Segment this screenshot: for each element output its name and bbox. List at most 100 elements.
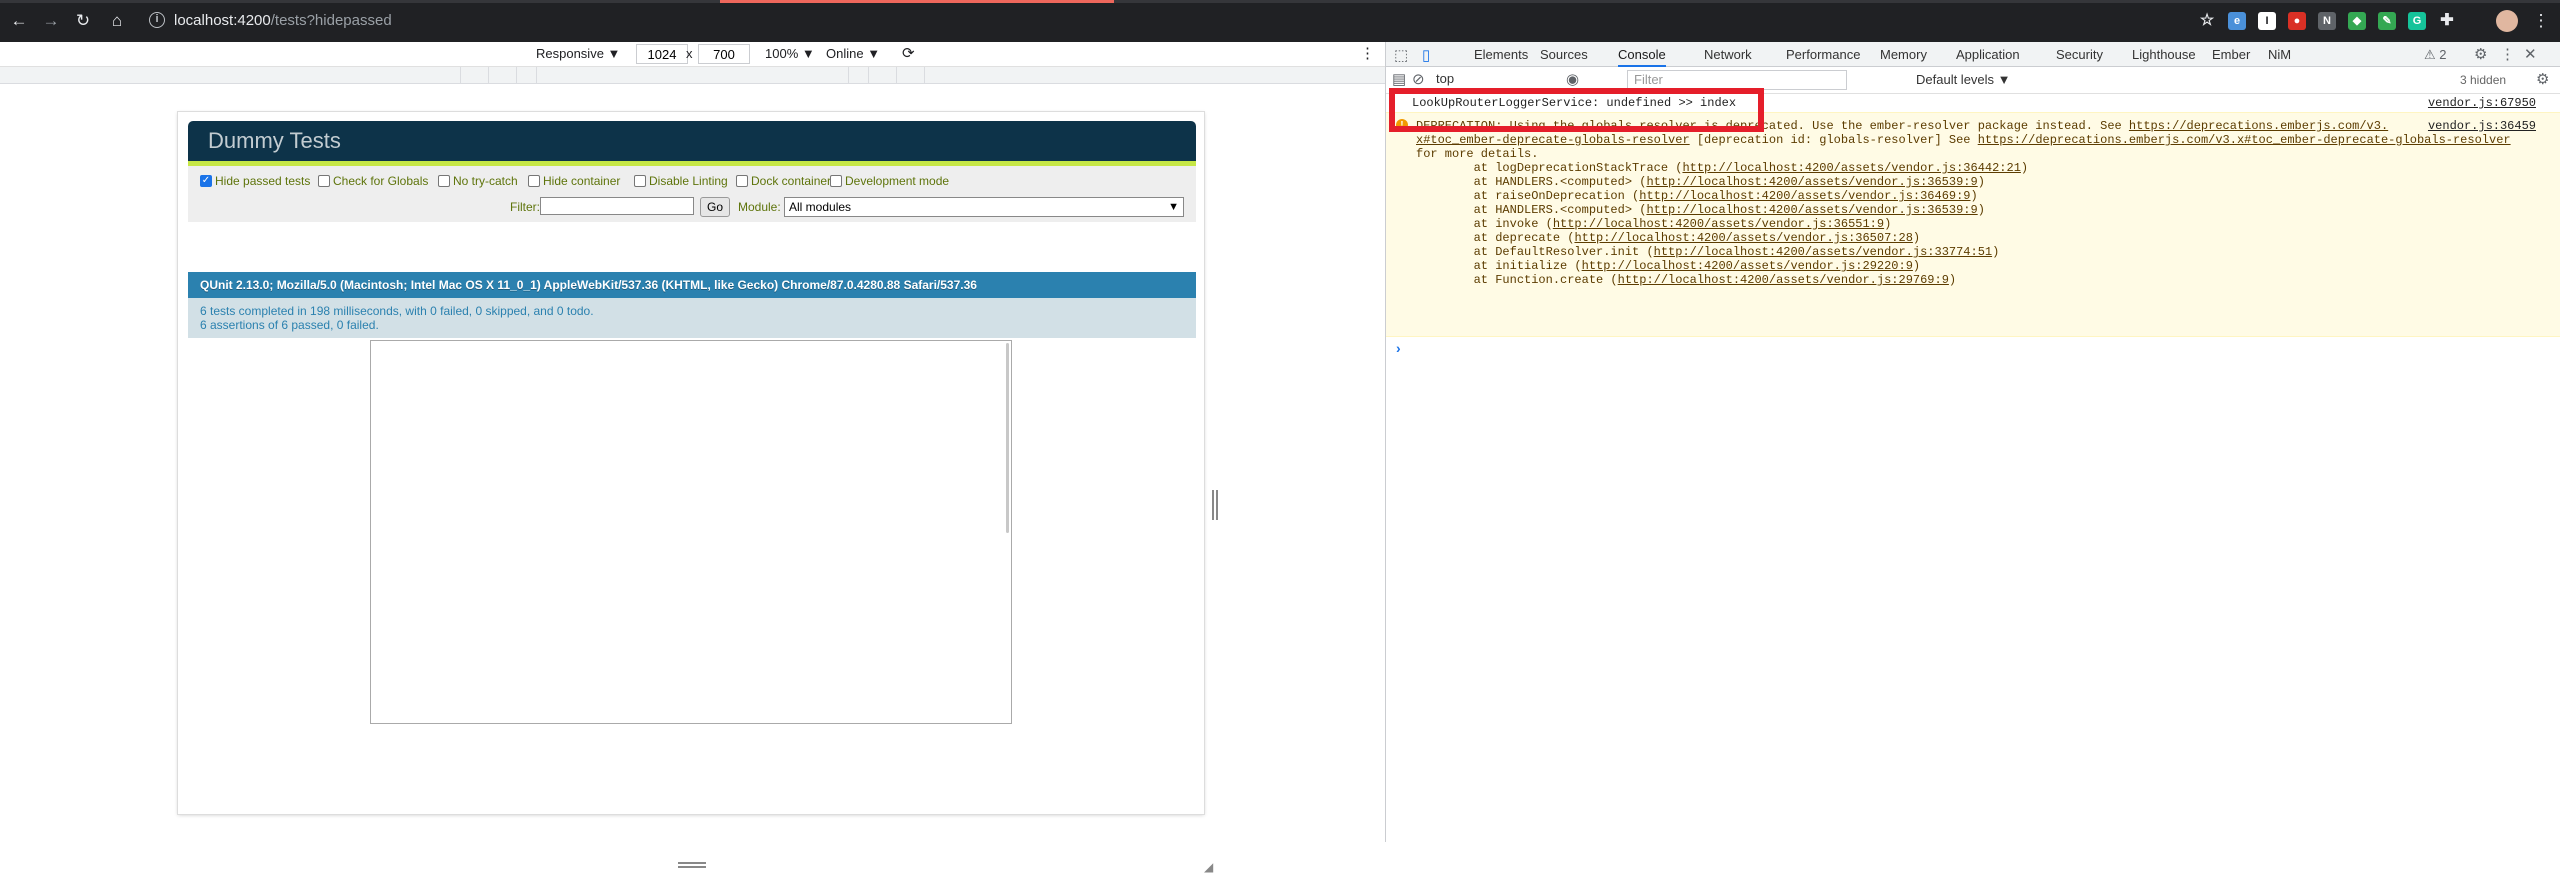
address-bar[interactable]: localhost:4200/tests?hidepassed: [174, 12, 392, 29]
media-query-ruler[interactable]: [0, 67, 1385, 84]
trace-text: for more details.: [1416, 147, 1539, 161]
bookmark-star-icon[interactable]: ☆: [2198, 12, 2216, 30]
console-settings-icon[interactable]: ⚙: [2536, 70, 2549, 88]
viewport-width-input[interactable]: [636, 44, 688, 64]
log-source-link[interactable]: vendor.js:67950: [2428, 96, 2536, 110]
live-expression-eye-icon[interactable]: ◉: [1566, 70, 1579, 88]
tab-performance[interactable]: Performance: [1786, 42, 1860, 67]
hide-container-checkbox[interactable]: Hide container: [528, 174, 620, 188]
extension-leaf-icon[interactable]: ✎: [2378, 12, 2396, 30]
inspect-element-icon[interactable]: ⬚: [1394, 46, 1408, 64]
trace-link[interactable]: http://localhost:4200/assets/vendor.js:3…: [1646, 203, 1977, 217]
device-toggle-icon[interactable]: ▯: [1422, 46, 1430, 64]
scrollbar[interactable]: [1006, 343, 1009, 533]
browser-toolbar: ← → ↻ ⌂ i localhost:4200/tests?hidepasse…: [0, 0, 2560, 42]
site-info-icon[interactable]: i: [149, 12, 165, 28]
chevron-down-icon: ▼: [1168, 201, 1179, 213]
reload-icon[interactable]: ↻: [72, 10, 94, 32]
dock-container-checkbox[interactable]: Dock container: [736, 174, 831, 188]
rotate-icon[interactable]: ⟳: [902, 44, 915, 62]
filter-input[interactable]: [540, 197, 694, 215]
forward-icon[interactable]: →: [40, 10, 62, 32]
tab-console[interactable]: Console: [1618, 42, 1666, 67]
settings-gear-icon[interactable]: ⚙: [2474, 45, 2487, 63]
tab-lighthouse[interactable]: Lighthouse: [2132, 42, 2196, 67]
stack-trace-line: at initialize (http://localhost:4200/ass…: [1416, 259, 1921, 273]
trace-text: at DefaultResolver.init (: [1416, 245, 1654, 259]
trace-link[interactable]: http://localhost:4200/assets/vendor.js:3…: [1639, 189, 1970, 203]
trace-link[interactable]: https://deprecations.emberjs.com/v3.: [2129, 119, 2388, 133]
issues-counter[interactable]: ⚠ 2: [2424, 42, 2447, 67]
trace-text: at invoke (: [1416, 217, 1553, 231]
browser-menu-icon[interactable]: ⋮: [2530, 10, 2552, 32]
module-select[interactable]: All modules ▼: [784, 197, 1184, 217]
trace-link[interactable]: https://deprecations.emberjs.com/v3.x#to…: [1978, 133, 2511, 147]
stack-trace-line: at DefaultResolver.init (http://localhos…: [1416, 245, 2000, 259]
extension-n-icon[interactable]: N: [2318, 12, 2336, 30]
tab-elements[interactable]: Elements: [1474, 42, 1528, 67]
devtools-menu-icon[interactable]: ⋮: [2500, 45, 2515, 63]
extension-shield-icon[interactable]: ◆: [2348, 12, 2366, 30]
trace-text: at deprecate (: [1416, 231, 1575, 245]
check-globals-checkbox[interactable]: Check for Globals: [318, 174, 428, 188]
context-select[interactable]: top: [1436, 71, 1556, 89]
trace-link[interactable]: http://localhost:4200/assets/vendor.js:3…: [1682, 161, 2020, 175]
viewport-height-input[interactable]: [698, 44, 750, 64]
network-throttle-select[interactable]: Online ▼: [826, 46, 880, 61]
clear-console-icon[interactable]: ⊘: [1412, 70, 1425, 88]
trace-text: at HANDLERS.<computed> (: [1416, 203, 1647, 217]
console-filter-input[interactable]: Filter: [1627, 70, 1847, 90]
tab-nim[interactable]: NiM: [2268, 42, 2291, 67]
device-mode-select[interactable]: Responsive ▼: [536, 46, 620, 61]
grammarly-icon[interactable]: G: [2408, 12, 2426, 30]
dimension-separator: x: [686, 46, 693, 61]
trace-link[interactable]: http://localhost:4200/assets/vendor.js:3…: [1553, 217, 1884, 231]
console-warning-message: ! vendor.js:36459 DEPRECATION: Using the…: [1386, 112, 2560, 337]
test-container[interactable]: [370, 340, 1012, 724]
module-label: Module:: [738, 200, 781, 214]
warning-source-link[interactable]: vendor.js:36459: [2428, 119, 2536, 133]
instapaper-icon[interactable]: I: [2258, 12, 2276, 30]
disable-linting-checkbox[interactable]: Disable Linting: [634, 174, 728, 188]
tab-ember[interactable]: Ember: [2212, 42, 2250, 67]
tab-security[interactable]: Security: [2056, 42, 2103, 67]
trace-text: ): [1977, 203, 1985, 217]
development-mode-checkbox[interactable]: Development mode: [830, 174, 949, 188]
stack-trace-line: at raiseOnDeprecation (http://localhost:…: [1416, 189, 1978, 203]
trace-link[interactable]: http://localhost:4200/assets/vendor.js:2…: [1618, 273, 1949, 287]
device-toolbar-more-icon[interactable]: ⋮: [1360, 44, 1375, 62]
trace-link[interactable]: http://localhost:4200/assets/vendor.js:3…: [1654, 245, 1992, 259]
extensions-puzzle-icon[interactable]: ✚: [2438, 12, 2456, 30]
viewport-width-resize-handle[interactable]: [1212, 490, 1218, 520]
stack-trace-line: at HANDLERS.<computed> (http://localhost…: [1416, 175, 1985, 189]
viewport-corner-resize-icon[interactable]: ◢: [1204, 860, 1213, 874]
console-prompt[interactable]: ›: [1396, 340, 1401, 356]
extension-red-icon[interactable]: ●: [2288, 12, 2306, 30]
go-button[interactable]: Go: [700, 197, 730, 217]
trace-link[interactable]: x#toc_ember-deprecate-globals-resolver: [1416, 133, 1690, 147]
no-try-catch-checkbox[interactable]: No try-catch: [438, 174, 518, 188]
tab-application[interactable]: Application: [1956, 42, 2020, 67]
home-icon[interactable]: ⌂: [106, 10, 128, 32]
tab-network[interactable]: Network: [1704, 42, 1752, 67]
profile-avatar[interactable]: [2496, 10, 2518, 32]
back-icon[interactable]: ←: [8, 10, 30, 32]
hide-passed-checkbox[interactable]: ✓ Hide passed tests: [200, 174, 310, 188]
tab-memory[interactable]: Memory: [1880, 42, 1927, 67]
trace-link[interactable]: http://localhost:4200/assets/vendor.js:3…: [1574, 231, 1912, 245]
trace-link[interactable]: http://localhost:4200/assets/vendor.js:3…: [1646, 175, 1977, 189]
trace-text: at Function.create (: [1416, 273, 1618, 287]
trace-text: at logDeprecationStackTrace (: [1416, 161, 1683, 175]
tab-sources[interactable]: Sources: [1540, 42, 1588, 67]
close-devtools-icon[interactable]: ✕: [2524, 45, 2537, 63]
sidebar-toggle-icon[interactable]: ▤: [1392, 70, 1406, 88]
trace-text: ): [1948, 273, 1957, 287]
qunit-header[interactable]: Dummy Tests: [188, 121, 1196, 166]
user-agent-banner: QUnit 2.13.0; Mozilla/5.0 (Macintosh; In…: [188, 272, 1196, 298]
log-levels-select[interactable]: Default levels ▼: [1916, 72, 2011, 87]
trace-link[interactable]: http://localhost:4200/assets/vendor.js:2…: [1582, 259, 1913, 273]
zoom-select[interactable]: 100% ▼: [765, 46, 815, 61]
stack-trace-line: at HANDLERS.<computed> (http://localhost…: [1416, 203, 1985, 217]
ember-inspector-icon[interactable]: e: [2228, 12, 2246, 30]
viewport-height-resize-handle[interactable]: [678, 862, 706, 868]
